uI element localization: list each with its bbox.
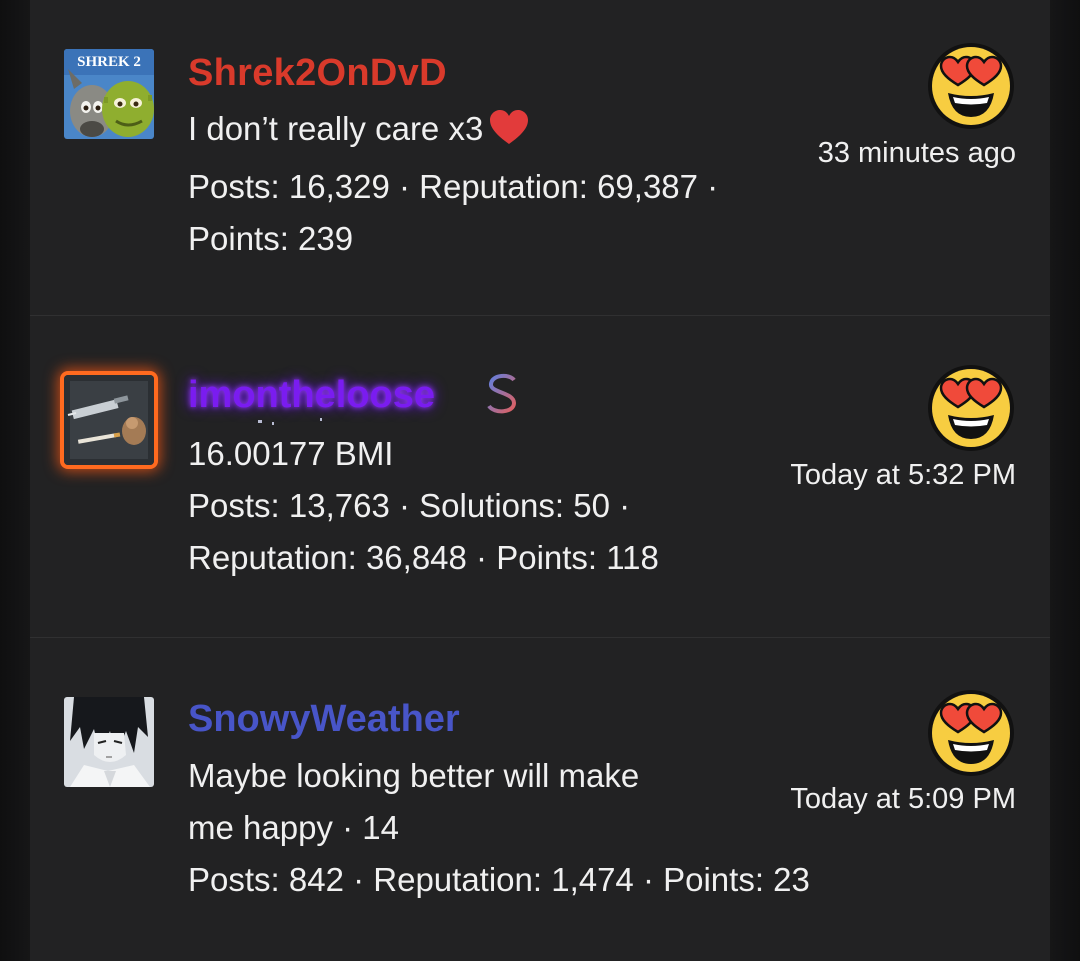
username[interactable]: Shrek2OnDvD bbox=[188, 51, 447, 95]
heart-eyes-emoji-icon bbox=[926, 41, 1016, 131]
username[interactable]: imontheloose bbox=[188, 373, 435, 417]
member-stats: Posts: 16,329 · Reputation: 69,387 · bbox=[188, 168, 719, 205]
username-sparkle bbox=[272, 422, 274, 425]
reaction-row: SHREK 2 Shrek2OnDvD I don’t really care … bbox=[30, 0, 1050, 316]
heart-eyes-emoji-icon bbox=[926, 363, 1016, 453]
member-stats: Posts: 842 · Reputation: 1,474 · Points:… bbox=[188, 861, 810, 898]
reaction-timestamp[interactable]: Today at 5:09 PM bbox=[790, 782, 1016, 816]
custom-title-text: I don’t really care x3 bbox=[188, 110, 484, 147]
avatar-logo-text: SHREK 2 bbox=[77, 54, 141, 70]
heart-eyes-emoji-icon bbox=[926, 688, 1016, 778]
reaction-timestamp[interactable]: Today at 5:32 PM bbox=[790, 458, 1016, 492]
username[interactable]: SnowyWeather bbox=[188, 697, 460, 741]
right-gutter bbox=[1050, 0, 1080, 961]
shrek2-avatar-icon[interactable]: SHREK 2 bbox=[64, 49, 154, 139]
heart-icon bbox=[489, 109, 529, 161]
anime-character-avatar-icon[interactable] bbox=[64, 697, 154, 787]
member-info: I don’t really care x3 Posts: 16,329 · R… bbox=[188, 103, 788, 265]
dollar-sign-icon bbox=[482, 366, 522, 422]
custom-title: I don’t really care x3 bbox=[188, 103, 788, 161]
member-stats: Posts: 13,763 · Solutions: 50 · bbox=[188, 487, 631, 524]
custom-title: 16.00177 BMI bbox=[188, 435, 394, 472]
reaction-timestamp[interactable]: 33 minutes ago bbox=[818, 136, 1016, 170]
member-stats: Reputation: 36,848 · Points: 118 bbox=[188, 539, 659, 576]
reaction-row: imontheloose 16.00177 BMI Posts: 13,763 … bbox=[30, 316, 1050, 638]
member-info: Maybe looking better will make me happy … bbox=[188, 750, 810, 906]
username-sparkle bbox=[258, 420, 262, 423]
custom-title: me happy · 14 bbox=[188, 809, 399, 846]
member-info: 16.00177 BMI Posts: 13,763 · Solutions: … bbox=[188, 428, 748, 584]
username-sparkle bbox=[320, 418, 322, 421]
syringe-avatar-icon[interactable] bbox=[64, 375, 154, 465]
custom-title: Maybe looking better will make bbox=[188, 757, 640, 794]
left-gutter bbox=[0, 0, 30, 961]
reaction-row: SnowyWeather Maybe looking better will m… bbox=[30, 638, 1050, 961]
member-stats: Points: 239 bbox=[188, 220, 354, 257]
